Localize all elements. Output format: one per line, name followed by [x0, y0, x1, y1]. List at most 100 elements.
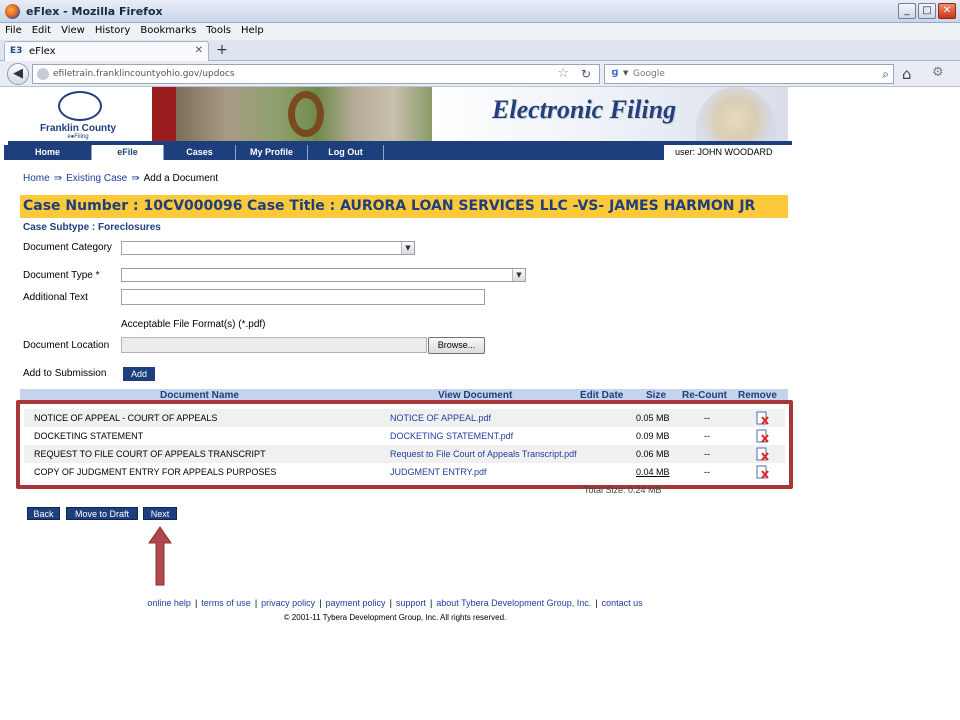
tab-eflex[interactable]: E3 eFlex ✕: [4, 41, 209, 61]
footer-support[interactable]: support: [396, 598, 426, 608]
move-to-draft-button[interactable]: Move to Draft: [66, 507, 138, 520]
browse-button[interactable]: Browse...: [428, 337, 485, 354]
document-name: DOCKETING STATEMENT: [34, 431, 144, 441]
tab-label: eFlex: [29, 46, 56, 57]
additional-text-label: Additional Text: [23, 292, 88, 303]
copyright: © 2001-11 Tybera Development Group, Inc.…: [283, 613, 507, 622]
address-bar[interactable]: efiletrain.franklincountyohio.gov/updocs…: [32, 64, 600, 84]
breadcrumb-existing-case[interactable]: Existing Case: [66, 173, 127, 184]
case-header: Case Number : 10CV000096 Case Title : AU…: [20, 195, 788, 218]
document-size: 0.05 MB: [636, 413, 670, 423]
url-text: efiletrain.franklincountyohio.gov/updocs: [53, 69, 235, 79]
document-size: 0.09 MB: [636, 431, 670, 441]
document-table: NOTICE OF APPEAL - COURT OF APPEALS NOTI…: [16, 400, 793, 489]
chevron-down-icon[interactable]: ▼: [623, 69, 628, 77]
document-name: COPY OF JUDGMENT ENTRY FOR APPEALS PURPO…: [34, 467, 277, 477]
footer-privacy-policy[interactable]: privacy policy: [261, 598, 315, 608]
footer-separator: |: [319, 598, 322, 608]
footer-links: online help | terms of use | privacy policy |…: [0, 598, 790, 608]
double-arrow-icon: ⇛: [53, 173, 63, 184]
remove-document-icon[interactable]: [756, 465, 769, 479]
nav-my-profile[interactable]: My Profile: [236, 145, 308, 160]
home-icon[interactable]: ⌂: [902, 65, 912, 83]
table-row: REQUEST TO FILE COURT OF APPEALS TRANSCR…: [24, 445, 785, 463]
county-seal-image: [696, 87, 776, 141]
document-link[interactable]: JUDGMENT ENTRY.pdf: [390, 467, 487, 477]
search-icon[interactable]: ⌕: [882, 67, 889, 82]
search-bar[interactable]: g ▼ ⌕: [604, 64, 894, 84]
footer-online-help[interactable]: online help: [147, 598, 191, 608]
up-arrow-annotation-icon: [148, 526, 172, 586]
menu-bookmarks[interactable]: Bookmarks: [135, 23, 201, 36]
menu-file[interactable]: File: [0, 23, 27, 36]
document-link[interactable]: NOTICE OF APPEAL.pdf: [390, 413, 491, 423]
document-location-input[interactable]: [121, 337, 427, 353]
new-tab-button[interactable]: +: [212, 42, 232, 60]
table-row: NOTICE OF APPEAL - COURT OF APPEALS NOTI…: [24, 409, 785, 427]
case-number: Case Number : 10CV000096: [23, 198, 243, 214]
document-category-select[interactable]: ▼: [121, 241, 415, 255]
close-button[interactable]: ✕: [938, 3, 956, 19]
footer-separator: |: [194, 598, 198, 608]
title-bar: eFlex - Mozilla Firefox _ □ ✕: [0, 0, 960, 23]
document-size: 0.06 MB: [636, 449, 670, 459]
case-subtype: Case Subtype : Foreclosures: [23, 222, 161, 233]
footer-payment-policy[interactable]: payment policy: [326, 598, 386, 608]
banner-title: Electronic Filing: [492, 95, 677, 124]
footer-separator: |: [389, 598, 392, 608]
footer-about[interactable]: about Tybera Development Group, Inc.: [436, 598, 591, 608]
maximize-button[interactable]: □: [918, 3, 936, 19]
menu-help[interactable]: Help: [236, 23, 269, 36]
search-input[interactable]: [633, 67, 863, 81]
remove-document-icon[interactable]: [756, 429, 769, 443]
menu-view[interactable]: View: [56, 23, 90, 36]
menu-edit[interactable]: Edit: [27, 23, 56, 36]
remove-document-icon[interactable]: [756, 447, 769, 461]
table-row: COPY OF JUDGMENT ENTRY FOR APPEALS PURPO…: [24, 463, 785, 481]
footer-separator: |: [429, 598, 433, 608]
main-nav: Home eFile Cases My Profile Log Out: [4, 145, 664, 160]
document-link[interactable]: DOCKETING STATEMENT.pdf: [390, 431, 513, 441]
back-button[interactable]: Back: [27, 507, 60, 520]
footer-separator: |: [254, 598, 258, 608]
add-button[interactable]: Add: [123, 367, 155, 381]
franklin-county-logo[interactable]: Franklin County e●Filing: [4, 87, 152, 141]
reload-icon[interactable]: ↻: [581, 67, 591, 81]
sculpture-image: [288, 91, 324, 137]
footer-terms-of-use[interactable]: terms of use: [201, 598, 251, 608]
minimize-button[interactable]: _: [898, 3, 916, 19]
globe-logo-icon: [58, 91, 102, 121]
navigation-toolbar: ◀ efiletrain.franklincountyohio.gov/updo…: [0, 61, 960, 87]
footer-separator: |: [595, 598, 598, 608]
next-button[interactable]: Next: [143, 507, 177, 520]
addon-icon[interactable]: ⚙: [932, 65, 944, 80]
nav-log-out[interactable]: Log Out: [308, 145, 384, 160]
footer-contact-us[interactable]: contact us: [602, 598, 643, 608]
nav-cases[interactable]: Cases: [164, 145, 236, 160]
eflex-favicon-icon: E3: [10, 46, 23, 56]
table-row: DOCKETING STATEMENT DOCKETING STATEMENT.…: [24, 427, 785, 445]
bookmark-star-icon[interactable]: ☆: [557, 66, 569, 81]
document-recount: --: [704, 449, 710, 459]
document-type-select[interactable]: ▼: [121, 268, 526, 282]
additional-text-input[interactable]: [121, 289, 485, 305]
chevron-down-icon[interactable]: ▼: [512, 269, 525, 281]
menu-history[interactable]: History: [90, 23, 136, 36]
logo-subtext: e●Filing: [67, 134, 89, 140]
google-icon[interactable]: g: [608, 67, 622, 81]
document-recount: --: [704, 431, 710, 441]
banner-red-bar: [152, 87, 176, 141]
banner-title-area: Electronic Filing: [432, 87, 788, 141]
menu-tools[interactable]: Tools: [201, 23, 236, 36]
remove-document-icon[interactable]: [756, 411, 769, 425]
double-arrow-icon: ⇛: [131, 173, 140, 184]
menu-bar: File Edit View History Bookmarks Tools Help: [0, 23, 960, 40]
nav-efile[interactable]: eFile: [92, 145, 164, 160]
breadcrumb-home[interactable]: Home: [23, 173, 50, 184]
chevron-down-icon[interactable]: ▼: [401, 242, 414, 254]
document-link[interactable]: Request to File Court of Appeals Transcr…: [390, 449, 577, 459]
back-arrow-icon[interactable]: ◀: [7, 63, 29, 85]
firefox-icon: [5, 4, 20, 19]
nav-home[interactable]: Home: [4, 145, 92, 160]
tab-close-icon[interactable]: ✕: [195, 45, 203, 56]
